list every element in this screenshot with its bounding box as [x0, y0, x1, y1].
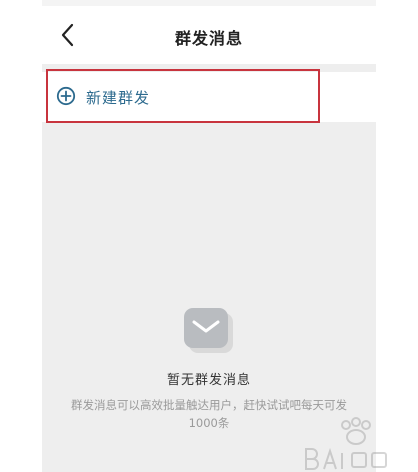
new-broadcast-label: 新建群发 — [86, 89, 151, 107]
plus-circle-icon — [56, 86, 76, 106]
empty-state: 暂无群发消息 群发消息可以高效批量触达用户，赶快试试吧每天可发1000条 — [42, 305, 376, 432]
message-envelope-icon — [184, 308, 233, 353]
empty-title: 暂无群发消息 — [166, 373, 251, 388]
nav-bar: 群发消息 — [42, 6, 376, 64]
page-title: 群发消息 — [174, 29, 243, 48]
new-broadcast-button[interactable]: 新建群发 — [42, 72, 376, 122]
watermark-logo — [305, 417, 387, 470]
phone-screen: 群发消息 新建群发 暂无群发消息 群发消息可以高效批量触达用户，赶快试试吧每天可… — [42, 0, 376, 472]
section-gap — [42, 64, 376, 72]
